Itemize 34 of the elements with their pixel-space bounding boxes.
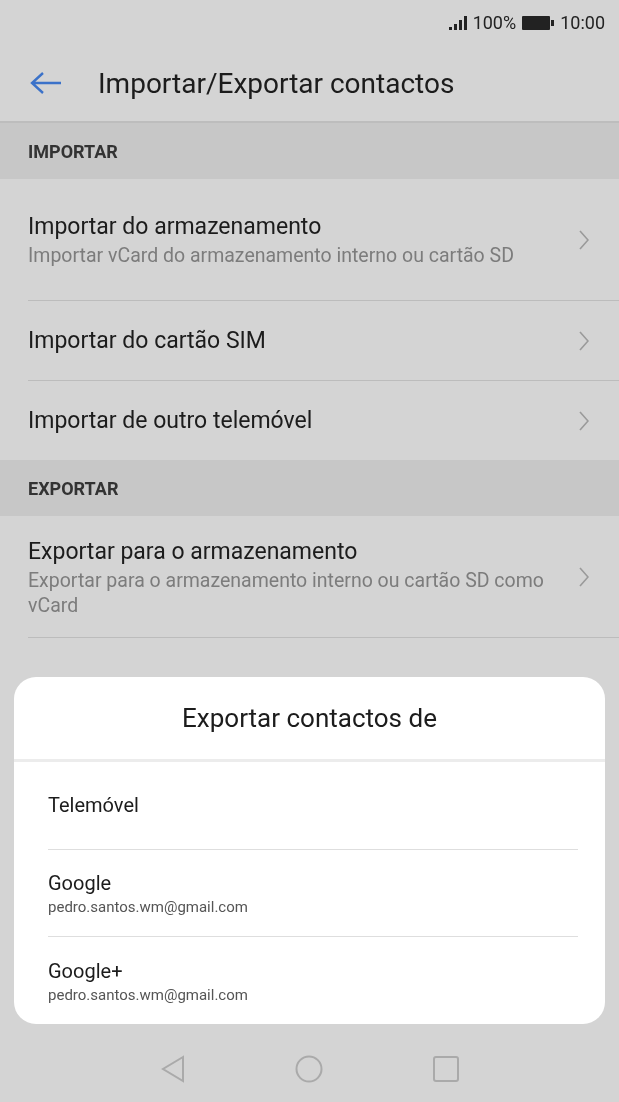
account-email: pedro.santos.wm@gmail.com — [48, 984, 249, 1005]
section-header: IMPORTAR — [0, 123, 619, 179]
option-label: Google — [48, 869, 113, 897]
battery-icon — [522, 14, 555, 31]
account-option[interactable]: Google+ pedro.santos.wm@gmail.com — [48, 937, 578, 1024]
account-option[interactable]: Google pedro.santos.wm@gmail.com — [48, 849, 578, 938]
back-arrow-icon[interactable] — [30, 71, 62, 95]
settings-row[interactable]: Exportar para o armazenamento Exportar para o armazenamento interno ou cartão SD como vCard — [28, 516, 619, 638]
recents-icon[interactable] — [432, 1056, 459, 1082]
account-option[interactable]: Telemóvel — [48, 761, 578, 850]
screen-title: Importar/Exportar contactos — [98, 66, 455, 100]
signal-icon — [448, 15, 467, 30]
home-icon[interactable] — [294, 1055, 323, 1083]
dialog-title: Exportar contactos de — [14, 677, 605, 762]
chevron-right-icon — [579, 410, 589, 431]
row-subtitle: Importar vCard do armazenamento interno ou cartão SD — [28, 243, 515, 268]
account-email: pedro.santos.wm@gmail.com — [48, 896, 249, 917]
back-icon[interactable] — [160, 1055, 185, 1083]
battery-percentage: 100% — [472, 13, 517, 32]
settings-row[interactable]: Importar de outro telemóvel — [28, 381, 619, 460]
chevron-right-icon — [579, 229, 589, 250]
section-header: EXPORTAR — [0, 460, 619, 516]
row-title: Exportar para o armazenamento — [28, 536, 359, 567]
row-title: Importar do armazenamento — [28, 212, 323, 242]
clock: 10:00 — [560, 13, 605, 32]
row-subtitle: Exportar para o armazenamento interno ou cartão SD como vCard — [28, 567, 545, 618]
row-title: Importar de outro telemóvel — [28, 405, 314, 436]
chevron-right-icon — [579, 330, 589, 351]
chevron-right-icon — [579, 566, 589, 587]
row-title: Importar do cartão SIM — [28, 325, 267, 356]
settings-row[interactable]: Importar do armazenamento Importar vCard do armazenamento interno ou cartão SD — [28, 179, 619, 301]
option-label: Telemóvel — [48, 792, 140, 820]
option-label: Google+ — [48, 957, 124, 985]
settings-row[interactable]: Importar do cartão SIM — [28, 301, 619, 381]
